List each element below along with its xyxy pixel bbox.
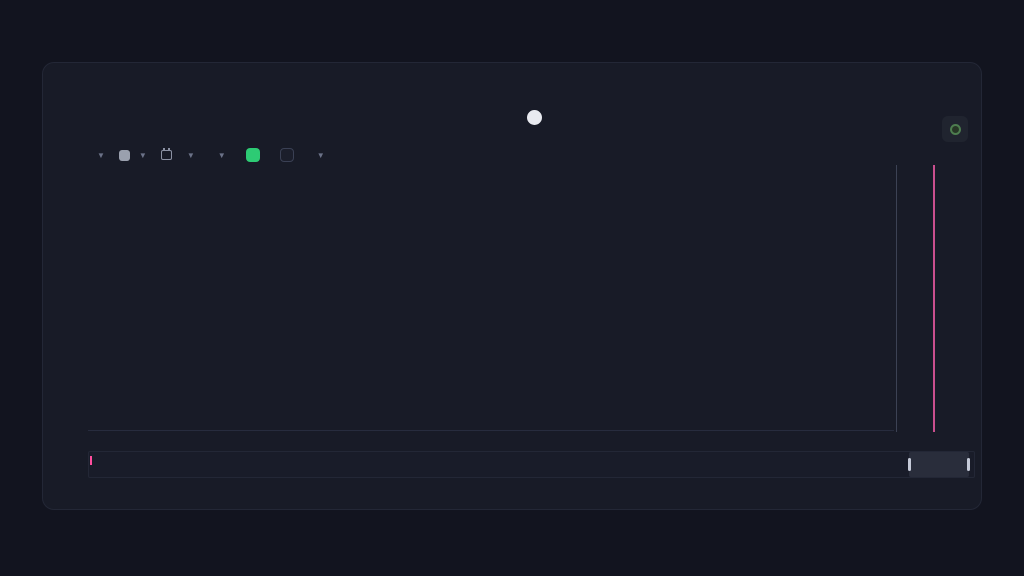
chart-navigator[interactable] xyxy=(88,451,975,478)
chart-toolbar: ▼ ▼ ▼ ▼ ▼ xyxy=(88,146,339,164)
navigator-handle-left[interactable] xyxy=(908,458,911,471)
green-dot-icon xyxy=(950,124,961,135)
main-chart-area[interactable] xyxy=(88,165,894,430)
chevron-down-icon: ▼ xyxy=(97,151,105,160)
axis-maxmin-selector[interactable]: ▼ xyxy=(308,151,325,160)
app-window: { "tabs": { "menu_icon": "⋮", "close_ico… xyxy=(0,0,1024,576)
show-axis-toggle[interactable] xyxy=(240,148,260,162)
navigator-sparkline xyxy=(89,452,974,477)
show-axis-checkbox[interactable] xyxy=(246,148,260,162)
indicators-selector[interactable]: ▼ xyxy=(209,151,226,160)
chevron-down-icon: ▼ xyxy=(218,151,226,160)
color-swatch xyxy=(119,150,130,161)
chart-canvas xyxy=(88,165,894,430)
calendar-icon xyxy=(161,150,172,160)
chevron-down-icon: ▼ xyxy=(317,151,325,160)
x-axis-line xyxy=(88,430,894,431)
navigator-handle-right[interactable] xyxy=(967,458,970,471)
color-swatch-selector[interactable]: ▼ xyxy=(119,150,147,161)
chevron-down-icon: ▼ xyxy=(139,151,147,160)
pin-axis-toggle[interactable] xyxy=(274,148,294,162)
style-selector[interactable]: ▼ xyxy=(88,151,105,160)
navigator-selection[interactable] xyxy=(909,452,969,477)
percent-axis-line xyxy=(933,165,935,432)
chevron-down-icon: ▼ xyxy=(187,151,195,160)
price-axis-line xyxy=(896,165,897,432)
swap-axis-icon[interactable] xyxy=(527,110,542,125)
status-dot-button[interactable] xyxy=(942,116,968,142)
navigator-start-tick xyxy=(90,456,92,465)
interval-selector[interactable]: ▼ xyxy=(161,150,195,160)
pin-axis-checkbox[interactable] xyxy=(280,148,294,162)
